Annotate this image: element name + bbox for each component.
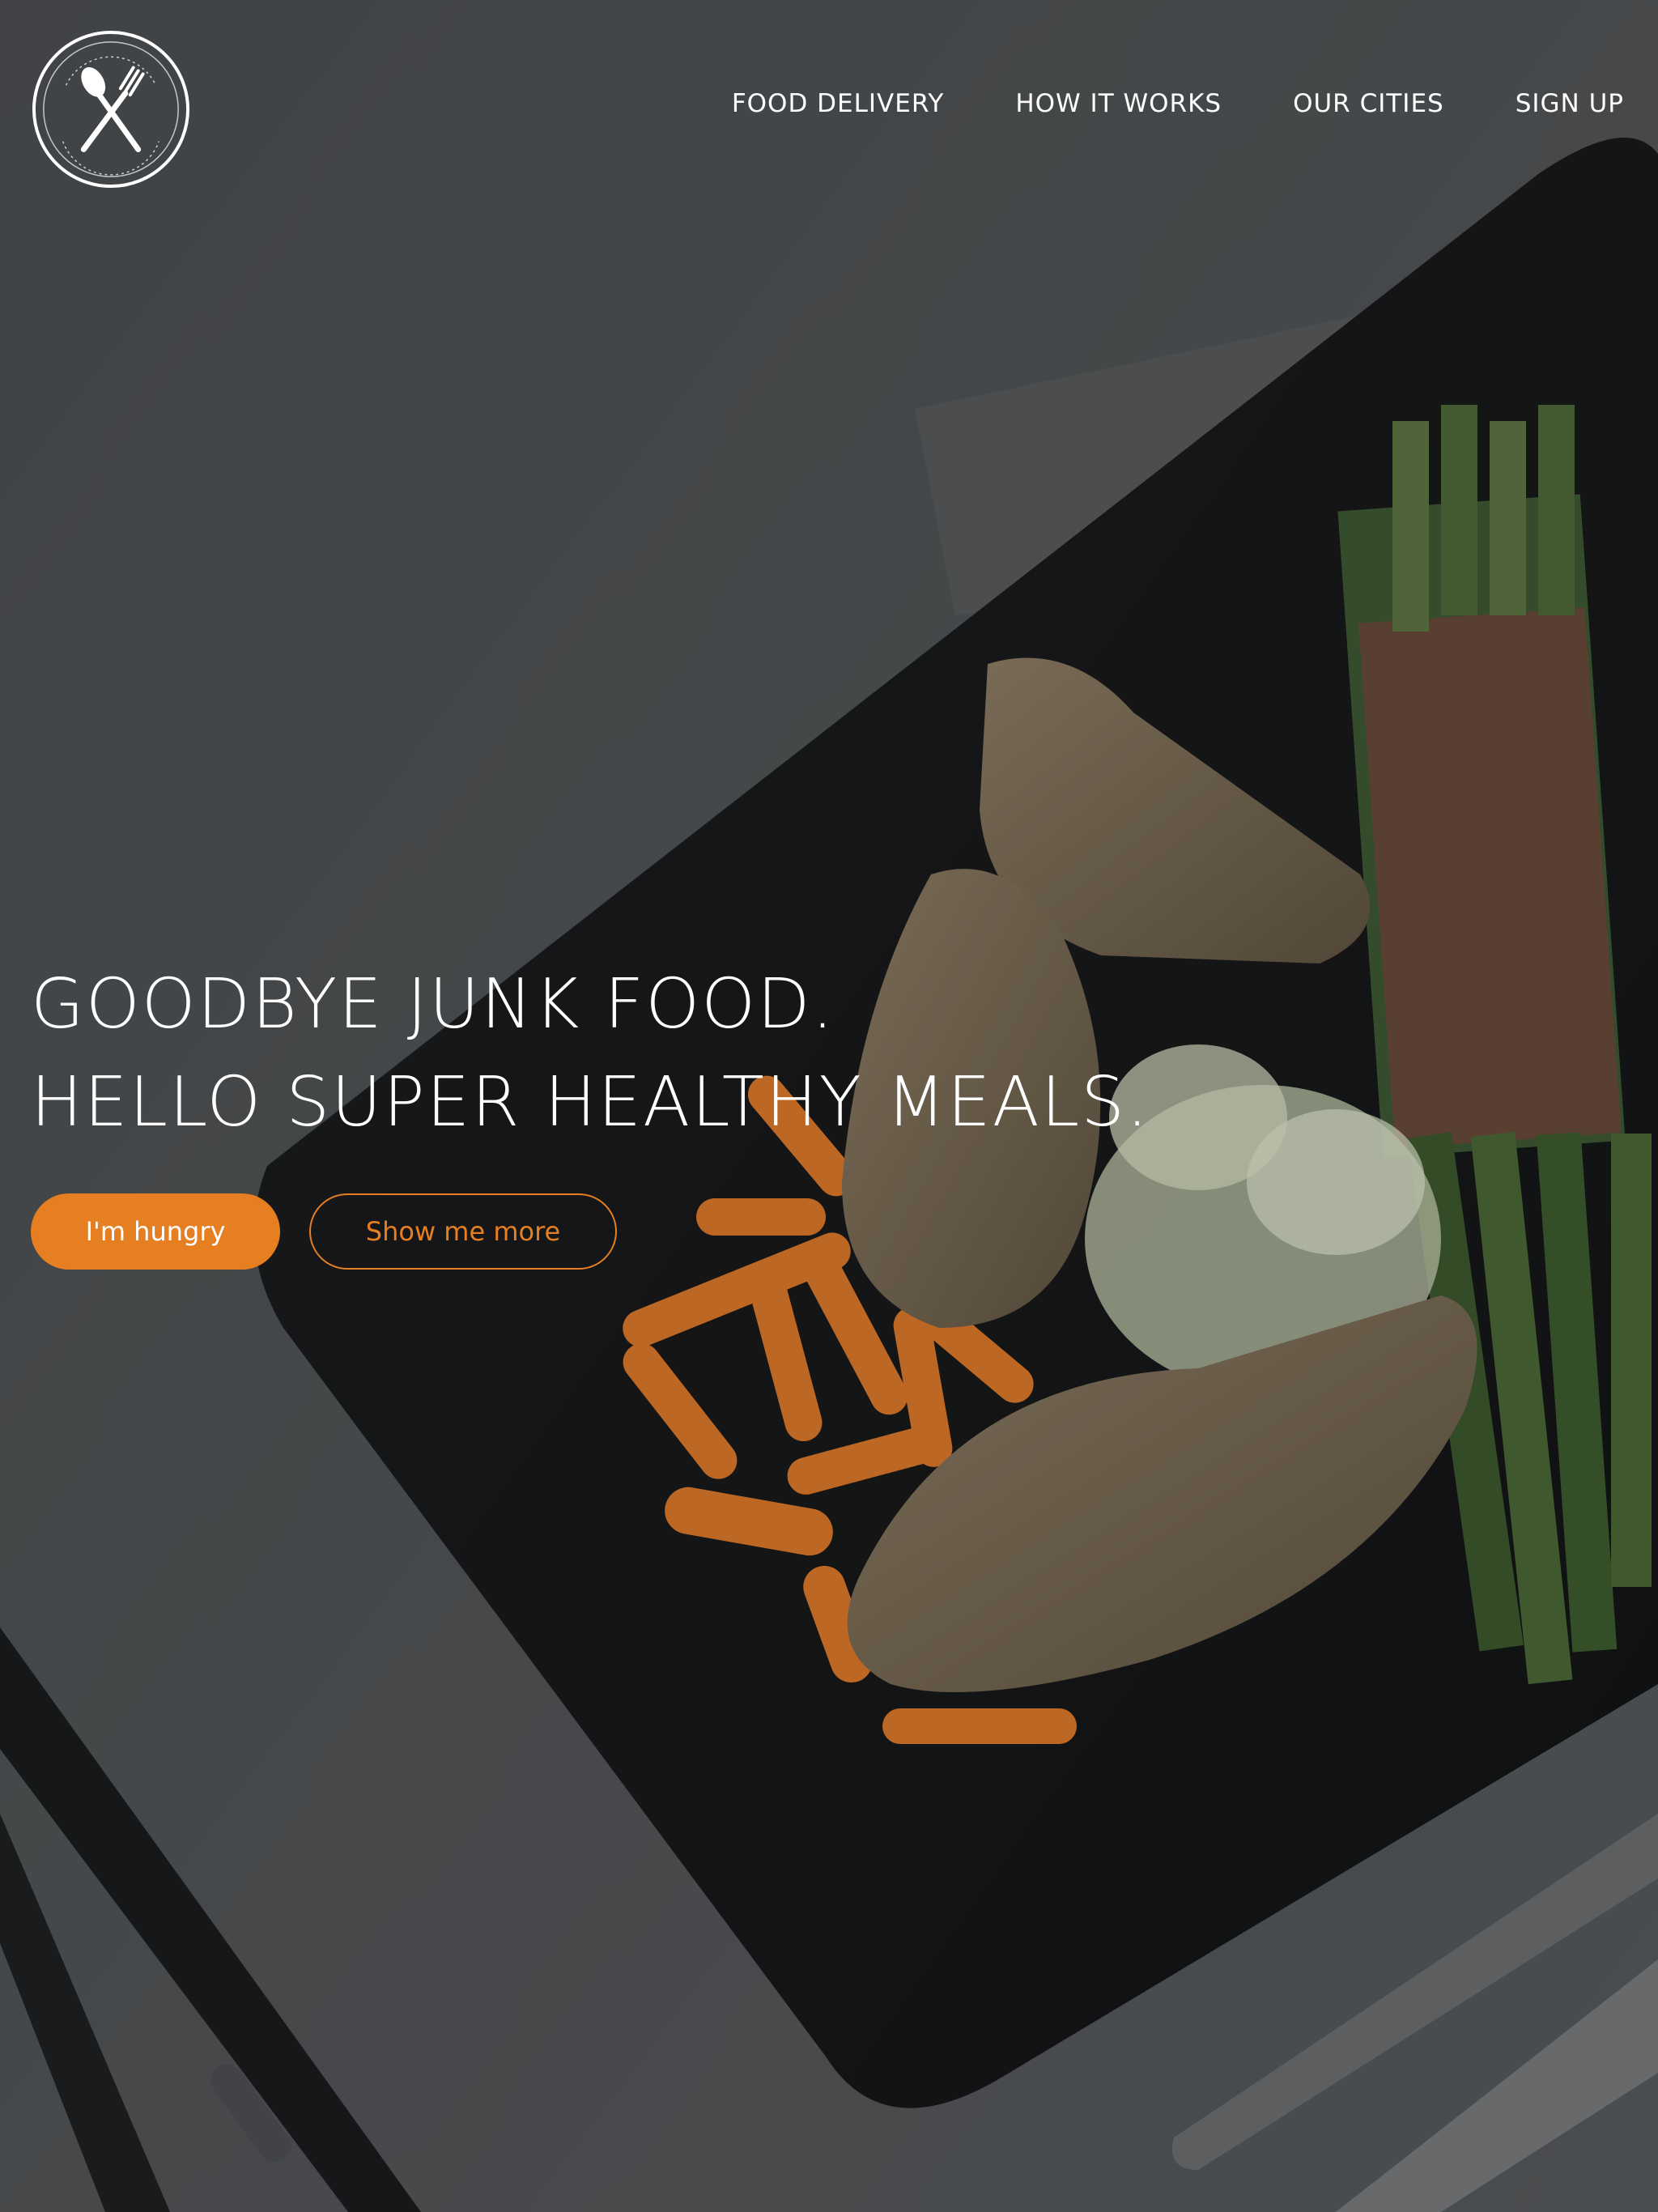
nav-link-sign-up[interactable]: SIGN UP: [1516, 89, 1624, 118]
nav-link-food-delivery[interactable]: FOOD DELIVERY: [732, 89, 945, 118]
hero-headline-line-2: HELLO SUPER HEALTHY MEALS.: [31, 1062, 1150, 1142]
im-hungry-button[interactable]: I'm hungry: [31, 1193, 280, 1270]
crossed-fork-spoon-icon[interactable]: [31, 29, 191, 189]
hero-text-box: GOODBYE JUNK FOOD. HELLO SUPER HEALTHY M…: [31, 955, 1407, 1270]
main-navigation: FOOD DELIVERY HOW IT WORKS OUR CITIES SI…: [732, 89, 1624, 118]
hero-actions: I'm hungry Show me more: [31, 1193, 1407, 1270]
hero-headline-line-1: GOODBYE JUNK FOOD.: [31, 964, 835, 1044]
show-me-more-button[interactable]: Show me more: [309, 1193, 617, 1270]
hero-section: FOOD DELIVERY HOW IT WORKS OUR CITIES SI…: [0, 0, 1658, 2212]
hero-headline: GOODBYE JUNK FOOD. HELLO SUPER HEALTHY M…: [31, 955, 1407, 1151]
nav-link-how-it-works[interactable]: HOW IT WORKS: [1015, 89, 1222, 118]
nav-link-our-cities[interactable]: OUR CITIES: [1293, 89, 1444, 118]
